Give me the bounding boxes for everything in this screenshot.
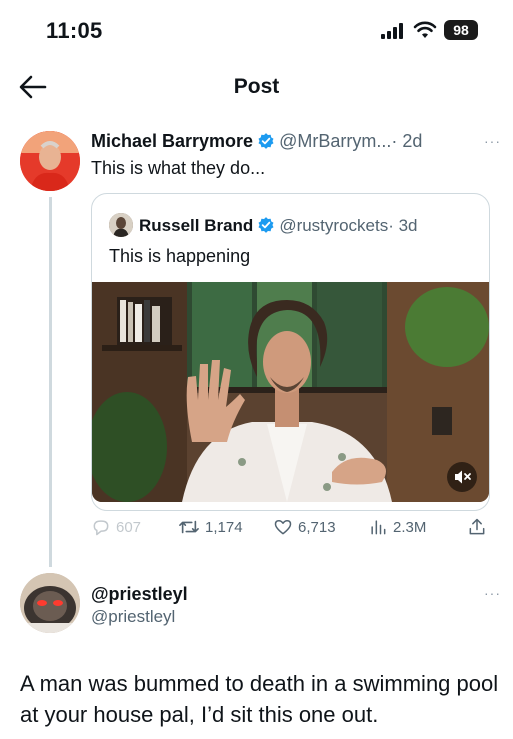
repost-button[interactable]: 1,174 bbox=[178, 517, 243, 537]
battery-icon: 98 bbox=[444, 20, 478, 40]
verified-badge-icon bbox=[258, 133, 274, 149]
status-time: 11:05 bbox=[46, 18, 103, 43]
tweet-header: Michael Barrymore @MrBarrym...· 2d bbox=[91, 131, 501, 152]
quote-text: This is happening bbox=[109, 246, 251, 266]
wifi-icon bbox=[413, 21, 437, 38]
reply-icon bbox=[93, 520, 109, 536]
like-button[interactable]: 6,713 bbox=[273, 517, 336, 537]
reply-button[interactable]: 607 bbox=[91, 517, 141, 537]
more-options-icon[interactable]: ··· bbox=[484, 585, 501, 601]
author-handle[interactable]: @MrBarrym... bbox=[279, 131, 391, 151]
post-time: · 2d bbox=[391, 131, 423, 151]
quote-header: Russell Brand @rustyrockets· 3d bbox=[109, 213, 418, 237]
reply-author-name[interactable]: @priestleyl bbox=[91, 584, 188, 605]
reply-count: 607 bbox=[116, 518, 142, 536]
views-chart-icon bbox=[371, 520, 386, 535]
like-count: 6,713 bbox=[298, 518, 336, 536]
tweet-text: This is what they do... bbox=[91, 158, 266, 178]
views-button[interactable]: 2.3M bbox=[368, 517, 426, 537]
views-count: 2.3M bbox=[393, 518, 427, 536]
thread-connector-line bbox=[49, 197, 52, 567]
avatar[interactable] bbox=[20, 573, 80, 633]
reply-text: A man was bummed to death in a swimming … bbox=[20, 671, 499, 727]
mute-button[interactable] bbox=[447, 462, 477, 492]
nav-bar: Post bbox=[0, 62, 513, 112]
video-thumbnail[interactable] bbox=[92, 282, 489, 502]
repost-icon bbox=[179, 520, 199, 534]
status-bar: 11:05 98 bbox=[0, 0, 513, 60]
more-options-icon[interactable]: ··· bbox=[484, 133, 501, 149]
post-actions: 607 1,174 6,713 2.3M bbox=[91, 514, 501, 542]
reply-author-handle[interactable]: @priestleyl bbox=[91, 607, 175, 627]
page-title: Post bbox=[233, 75, 280, 98]
quoted-post-card[interactable]: Russell Brand @rustyrockets· 3d This is h… bbox=[91, 193, 490, 511]
quote-post-time: · 3d bbox=[388, 216, 418, 235]
signal-icon bbox=[381, 23, 403, 39]
repost-count: 1,174 bbox=[205, 518, 243, 536]
muted-speaker-icon bbox=[455, 470, 471, 484]
avatar[interactable] bbox=[20, 131, 80, 191]
heart-icon bbox=[274, 520, 292, 535]
verified-badge-icon bbox=[258, 217, 274, 233]
avatar bbox=[109, 213, 133, 237]
author-name[interactable]: Michael Barrymore bbox=[91, 131, 253, 151]
share-icon bbox=[469, 518, 485, 535]
quote-author-handle: @rustyrockets bbox=[279, 216, 389, 235]
quote-author-name: Russell Brand bbox=[139, 216, 254, 235]
share-button[interactable] bbox=[467, 517, 487, 537]
